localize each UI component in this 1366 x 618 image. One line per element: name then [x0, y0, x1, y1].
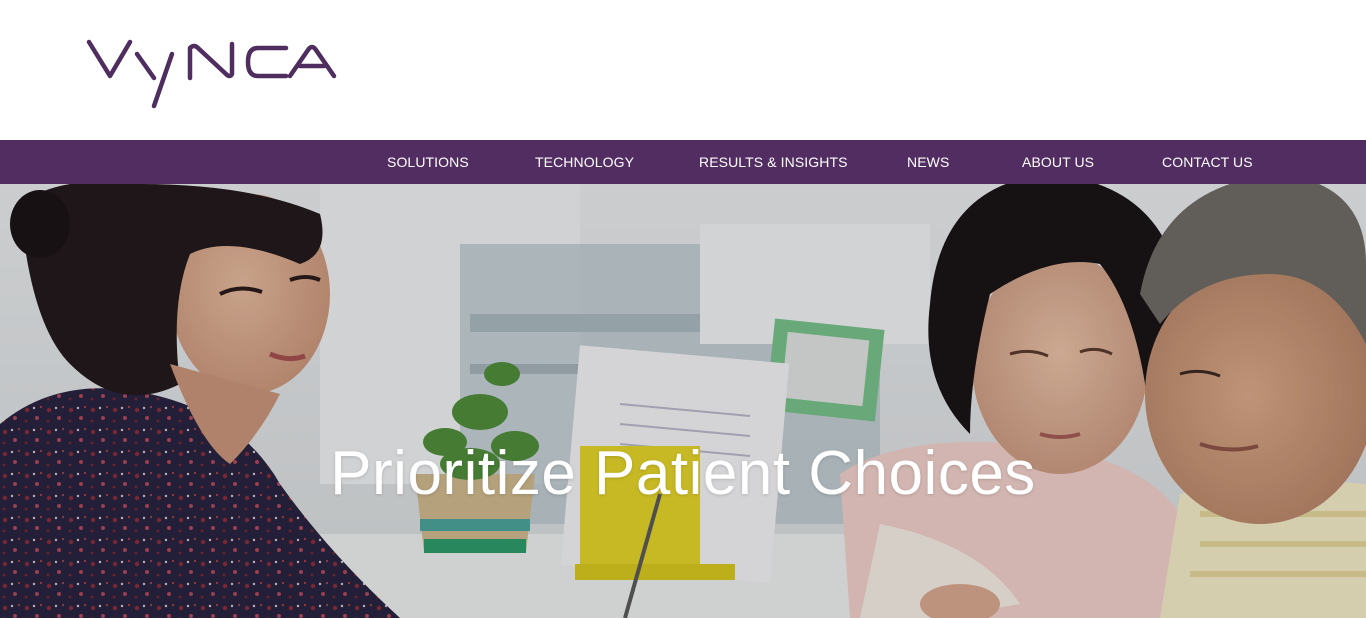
vynca-logo[interactable] [86, 34, 338, 110]
nav-item-technology[interactable]: TECHNOLOGY [535, 140, 634, 184]
hero-heading: Prioritize Patient Choices [330, 439, 1036, 508]
vynca-logo-icon [86, 39, 337, 109]
main-nav: SOLUTIONS TECHNOLOGY RESULTS & INSIGHTS … [0, 140, 1366, 184]
nav-item-results-insights[interactable]: RESULTS & INSIGHTS [699, 140, 848, 184]
site-header [0, 0, 1366, 140]
hero-photo [0, 184, 1366, 618]
nav-item-news[interactable]: NEWS [907, 140, 949, 184]
hero-banner: Prioritize Patient Choices [0, 184, 1366, 618]
nav-item-about-us[interactable]: ABOUT US [1022, 140, 1094, 184]
nav-item-solutions[interactable]: SOLUTIONS [387, 140, 469, 184]
nav-item-contact-us[interactable]: CONTACT US [1162, 140, 1253, 184]
